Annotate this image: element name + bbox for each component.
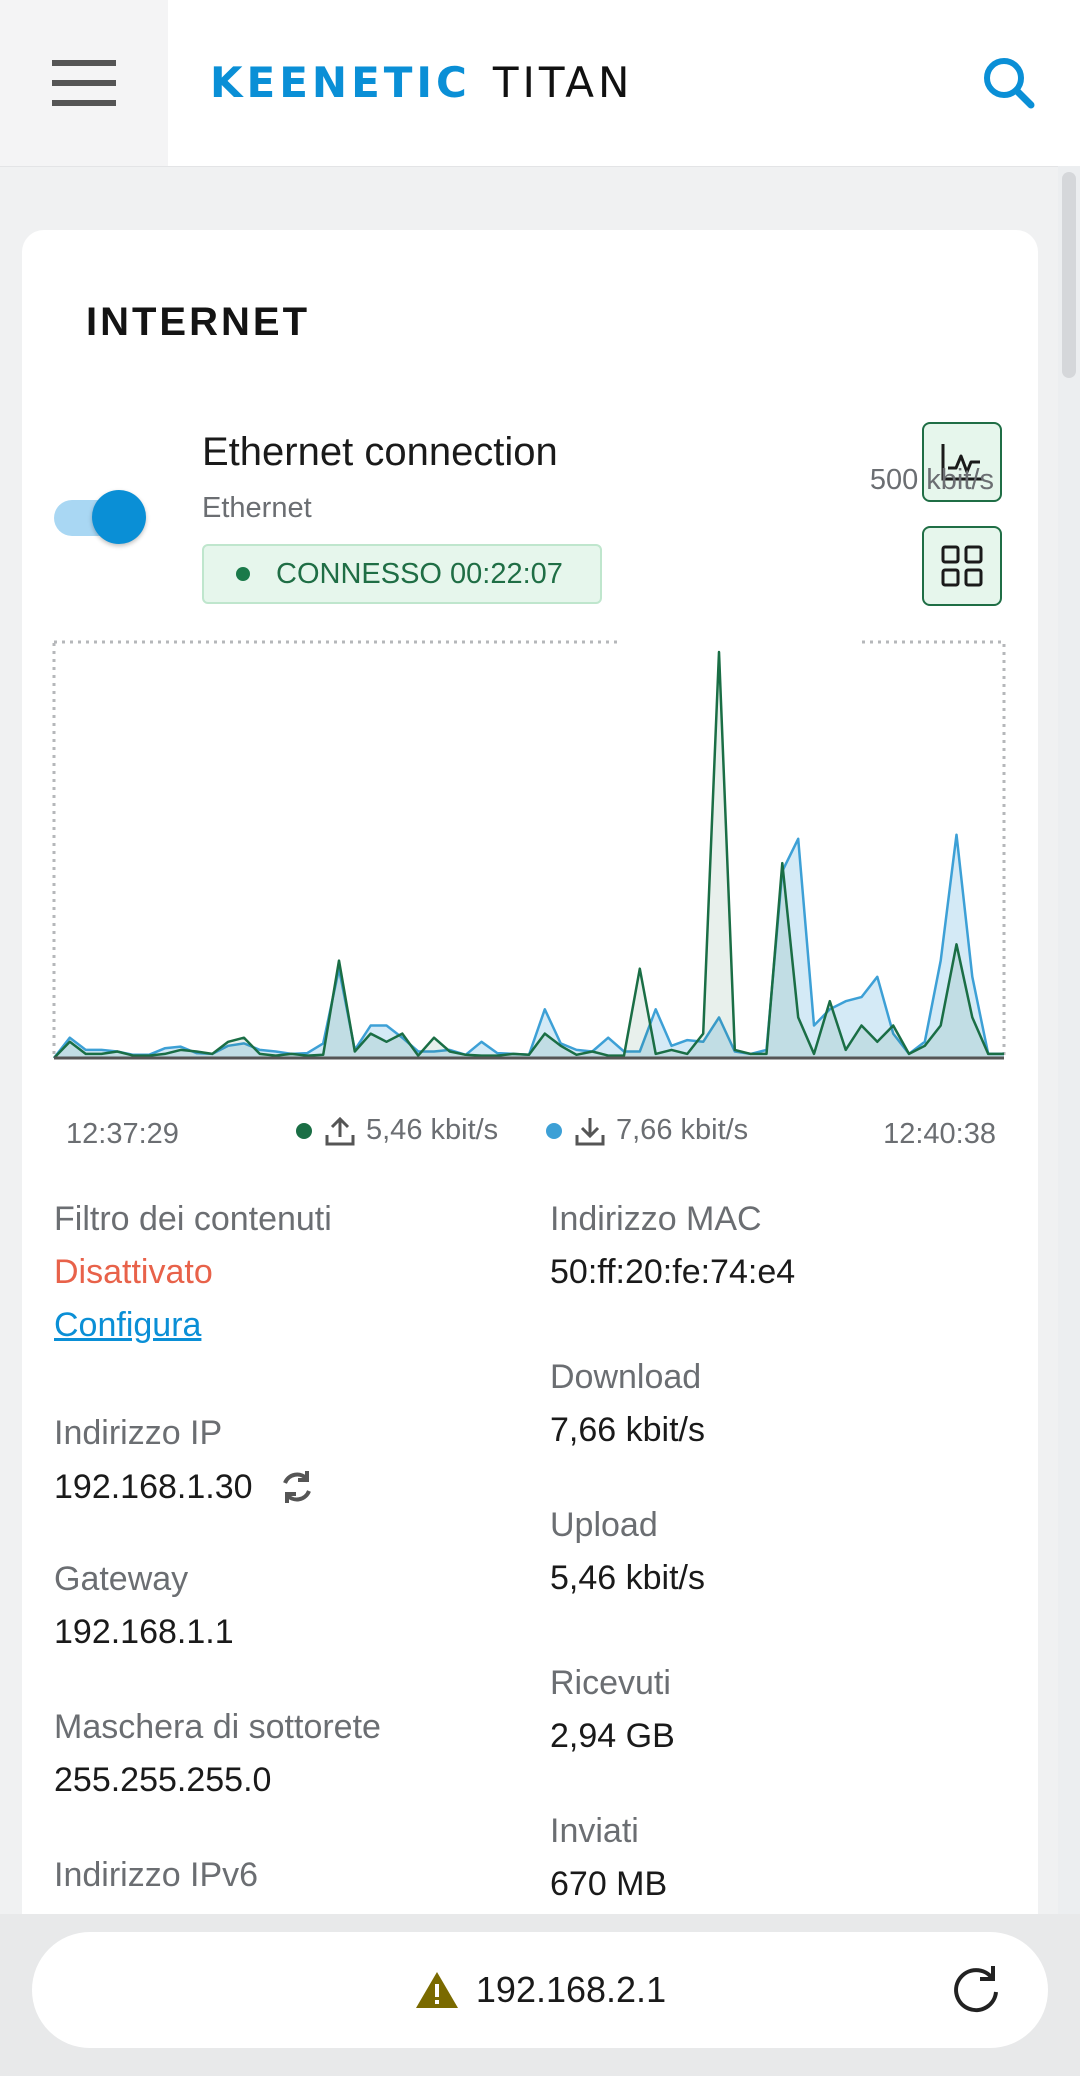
mac-address-value: 50:ff:20:fe:74:e4: [550, 1253, 796, 1291]
download-field: Download 7,66 kbit/s: [550, 1358, 705, 1450]
content-filter-field: Filtro dei contenuti Disattivato Configu…: [54, 1200, 332, 1345]
received-field: Ricevuti 2,94 GB: [550, 1664, 675, 1756]
ipv6-field: Indirizzo IPv6: [54, 1856, 258, 1895]
warning-icon[interactable]: [414, 1970, 460, 2010]
address-bar[interactable]: 192.168.2.1: [32, 1932, 1048, 2048]
content-filter-status: Disattivato: [54, 1253, 213, 1291]
sent-field: Inviati 670 MB: [550, 1812, 667, 1904]
received-label: Ricevuti: [550, 1664, 671, 1702]
refresh-ip-icon[interactable]: [277, 1467, 317, 1507]
ipv6-label: Indirizzo IPv6: [54, 1856, 259, 1894]
gateway-field: Gateway 192.168.1.1: [54, 1560, 234, 1652]
upload-icon: [325, 1116, 355, 1145]
reload-icon[interactable]: [948, 1962, 1004, 2018]
connection-type: Ethernet: [202, 492, 312, 524]
status-badge: CONNESSO 00:22:07: [202, 544, 602, 604]
brand-logo[interactable]: KEENETIC TITAN: [210, 52, 633, 112]
download-legend-value: 7,66 kbit/s: [616, 1114, 749, 1146]
upload-label: Upload: [550, 1506, 658, 1544]
connection-toggle[interactable]: [54, 488, 146, 546]
search-button[interactable]: [976, 50, 1042, 116]
grid-view-button[interactable]: [922, 526, 1002, 606]
download-value: 7,66 kbit/s: [550, 1411, 705, 1449]
subnet-mask-label: Maschera di sottorete: [54, 1708, 381, 1746]
card-title: INTERNET: [86, 300, 310, 344]
internet-card: INTERNET Ethernet connection Ethernet CO…: [22, 230, 1038, 1950]
chart-max-label: 500 kbit/s: [869, 464, 994, 496]
browser-bottom-bar: 192.168.2.1: [0, 1914, 1080, 2076]
mac-address-field: Indirizzo MAC 50:ff:20:fe:74:e4: [550, 1200, 795, 1292]
url-text[interactable]: 192.168.2.1: [476, 1969, 666, 2011]
app-header: KEENETIC TITAN: [0, 0, 1080, 167]
hamburger-menu-icon: [52, 60, 116, 106]
subnet-mask-value: 255.255.255.0: [54, 1761, 272, 1799]
toggle-knob: [92, 490, 146, 544]
upload-value: 5,46 kbit/s: [550, 1559, 705, 1597]
upload-legend-dot: [296, 1122, 312, 1139]
configure-link[interactable]: Configura: [54, 1306, 332, 1345]
received-value: 2,94 GB: [550, 1717, 675, 1755]
grid-icon: [941, 545, 983, 587]
download-legend-dot: [546, 1122, 562, 1139]
page-scrollbar[interactable]: [1058, 166, 1080, 1914]
traffic-chart: [52, 640, 1006, 1060]
download-label: Download: [550, 1358, 702, 1396]
upload-legend: 5,46 kbit/s: [296, 1114, 498, 1147]
download-icon: [575, 1117, 605, 1145]
menu-button[interactable]: [0, 0, 168, 166]
upload-field: Upload 5,46 kbit/s: [550, 1506, 705, 1598]
ip-address-label: Indirizzo IP: [54, 1414, 223, 1452]
chart-start-time: 12:37:29: [66, 1118, 179, 1150]
sent-label: Inviati: [550, 1812, 639, 1850]
ip-address-field: Indirizzo IP 192.168.1.30: [54, 1414, 317, 1507]
subnet-mask-field: Maschera di sottorete 255.255.255.0: [54, 1708, 381, 1800]
model-name: TITAN: [492, 57, 634, 107]
scrollbar-thumb[interactable]: [1062, 172, 1076, 378]
ip-address-value: 192.168.1.30: [54, 1467, 253, 1506]
search-icon: [984, 58, 1035, 109]
chart-end-time: 12:40:38: [883, 1118, 996, 1150]
status-dot: [236, 567, 250, 581]
download-legend: 7,66 kbit/s: [546, 1114, 748, 1147]
gateway-value: 192.168.1.1: [54, 1613, 234, 1651]
connection-name[interactable]: Ethernet connection: [202, 430, 558, 475]
status-text: CONNESSO 00:22:07: [276, 557, 563, 590]
mac-address-label: Indirizzo MAC: [550, 1200, 762, 1238]
brand-name: KEENETIC: [210, 57, 471, 107]
content-filter-label: Filtro dei contenuti: [54, 1200, 332, 1238]
sent-value: 670 MB: [550, 1865, 668, 1903]
gateway-label: Gateway: [54, 1560, 189, 1598]
upload-legend-value: 5,46 kbit/s: [366, 1114, 499, 1146]
